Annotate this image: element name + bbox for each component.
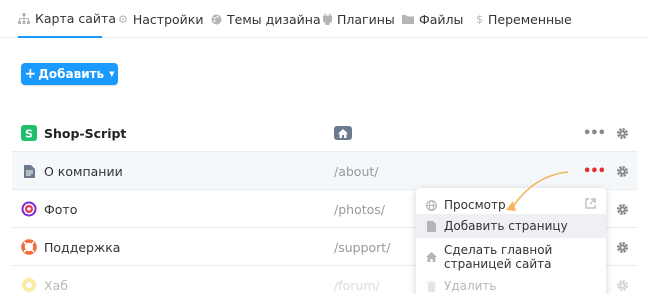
home-icon xyxy=(334,126,352,140)
menu-item-make-home[interactable]: Сделать главной страницей сайта xyxy=(416,240,606,274)
menu-item-label-line2: страницей сайта xyxy=(444,257,552,271)
tab-label: Карта сайта xyxy=(35,10,116,26)
helpdesk-icon xyxy=(21,239,37,255)
row-url[interactable]: /support/ xyxy=(334,228,390,266)
row-url[interactable]: /forum/ xyxy=(334,266,380,294)
row-url[interactable]: /photos/ xyxy=(334,190,385,228)
palette-icon xyxy=(211,14,222,25)
row-url-cell xyxy=(334,114,352,152)
tab-label: Плагины xyxy=(337,11,395,27)
plug-icon xyxy=(323,13,332,25)
tab-sitemap[interactable]: Карта сайта xyxy=(18,0,116,38)
svg-text:S: S xyxy=(25,128,33,141)
gear-icon[interactable] xyxy=(614,125,630,141)
site-row-shop-script[interactable]: S Shop-Script ••• xyxy=(12,114,638,152)
globe-icon xyxy=(425,199,437,211)
gear-icon[interactable] xyxy=(614,277,630,293)
shop-script-logo: S xyxy=(21,125,37,141)
folder-icon xyxy=(402,14,414,24)
sitemap-icon xyxy=(18,12,30,24)
trash-icon xyxy=(425,280,437,292)
menu-item-label: Просмотр xyxy=(444,198,506,212)
add-button[interactable]: + Добавить ▼ xyxy=(21,63,118,85)
gear-icon[interactable] xyxy=(614,201,630,217)
tab-label: Файлы xyxy=(419,11,464,27)
row-name[interactable]: Хаб xyxy=(44,266,68,294)
row-name[interactable]: Фото xyxy=(44,190,77,228)
menu-item-label-line1: Сделать главной xyxy=(444,243,553,257)
gear-icon: ⚙ xyxy=(118,12,128,26)
tab-themes[interactable]: Темы дизайна xyxy=(211,0,321,38)
add-button-label: Добавить xyxy=(38,67,105,81)
tab-label: Настройки xyxy=(132,11,204,27)
row-name[interactable]: О компании xyxy=(44,152,123,190)
page-icon xyxy=(21,163,37,179)
gear-icon[interactable] xyxy=(614,163,630,179)
tab-label: Темы дизайна xyxy=(227,11,321,27)
home-icon xyxy=(425,251,437,263)
menu-item-add-page[interactable]: Добавить страницу xyxy=(416,214,606,238)
site-app: Карта сайта ⚙ Настройки Темы дизайна Пла… xyxy=(0,0,649,294)
tab-settings[interactable]: ⚙ Настройки xyxy=(118,0,203,38)
external-link-icon[interactable] xyxy=(585,198,596,212)
row-actions-button[interactable]: ••• xyxy=(583,152,606,190)
tab-variables[interactable]: $ Переменные xyxy=(476,0,572,38)
tab-plugins[interactable]: Плагины xyxy=(323,0,395,38)
page-add-icon xyxy=(425,220,437,232)
menu-item-delete[interactable]: Удалить xyxy=(416,276,606,294)
hub-icon xyxy=(21,277,37,293)
photos-app-icon xyxy=(21,201,37,217)
menu-item-label: Добавить страницу xyxy=(444,219,568,233)
tab-label: Переменные xyxy=(488,11,572,27)
dollar-icon: $ xyxy=(476,12,483,26)
gear-icon[interactable] xyxy=(614,239,630,255)
chevron-down-icon: ▼ xyxy=(109,70,115,78)
row-name[interactable]: Поддержка xyxy=(44,228,120,266)
tabs-bar: Карта сайта ⚙ Настройки Темы дизайна Пла… xyxy=(0,0,649,38)
row-name[interactable]: Shop-Script xyxy=(44,114,126,152)
plus-icon: + xyxy=(24,66,37,82)
tab-files[interactable]: Файлы xyxy=(402,0,463,38)
row-actions-button[interactable]: ••• xyxy=(583,114,606,152)
hint-arrow-icon xyxy=(506,171,569,211)
menu-item-label: Удалить xyxy=(444,279,497,293)
row-url[interactable]: /about/ xyxy=(334,152,379,190)
